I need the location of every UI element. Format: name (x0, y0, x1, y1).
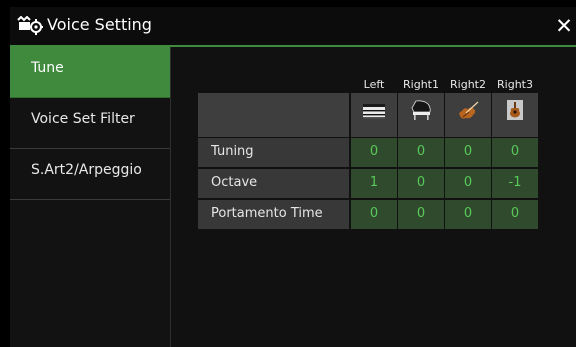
value-cell[interactable]: 0 (445, 169, 491, 198)
sidebar-item-tune[interactable]: Tune (10, 47, 170, 98)
window-title: Voice Setting (47, 15, 152, 34)
title-bar: Voice Setting ✕ (10, 7, 576, 47)
acoustic-guitar-icon (507, 100, 523, 120)
violin-icon (459, 101, 479, 119)
grand-piano-icon (411, 100, 431, 120)
keyboard-icon (363, 104, 385, 119)
value-cell[interactable]: 0 (492, 138, 538, 167)
tune-panel: Left Right1 Right2 Right3 Tuning 0 0 0 0… (171, 47, 576, 347)
column-header-right2: Right2 (450, 78, 486, 91)
part-icon-cell-right1 (398, 93, 444, 137)
voice-setting-icon (17, 16, 43, 35)
value-cell[interactable]: 0 (445, 138, 491, 167)
row-label-octave: Octave (198, 169, 349, 198)
sidebar: Tune Voice Set Filter S.Art2/Arpeggio (10, 47, 170, 347)
part-icon-cell-right3 (492, 93, 538, 137)
value-cell[interactable]: 0 (398, 200, 444, 229)
part-icon-cell-right2 (445, 93, 491, 137)
row-label-tuning: Tuning (198, 138, 349, 167)
column-header-left: Left (363, 78, 385, 91)
column-header-right3: Right3 (497, 78, 533, 91)
part-icon-cell-left (351, 93, 397, 137)
value-cell[interactable]: -1 (492, 169, 538, 198)
row-label-portamento-time: Portamento Time (198, 200, 349, 229)
table-corner-cell (198, 93, 349, 137)
voice-setting-window: Voice Setting ✕ Tune Voice Set Filter S.… (10, 7, 576, 347)
value-cell[interactable]: 0 (351, 200, 397, 229)
value-cell[interactable]: 0 (398, 138, 444, 167)
value-cell[interactable]: 0 (351, 138, 397, 167)
value-cell[interactable]: 0 (398, 169, 444, 198)
value-cell[interactable]: 0 (445, 200, 491, 229)
value-cell[interactable]: 0 (492, 200, 538, 229)
value-cell[interactable]: 1 (351, 169, 397, 198)
sidebar-item-sart2-arpeggio[interactable]: S.Art2/Arpeggio (10, 149, 170, 200)
close-button[interactable]: ✕ (552, 11, 576, 41)
sidebar-item-voice-set-filter[interactable]: Voice Set Filter (10, 98, 170, 149)
column-header-right1: Right1 (403, 78, 439, 91)
